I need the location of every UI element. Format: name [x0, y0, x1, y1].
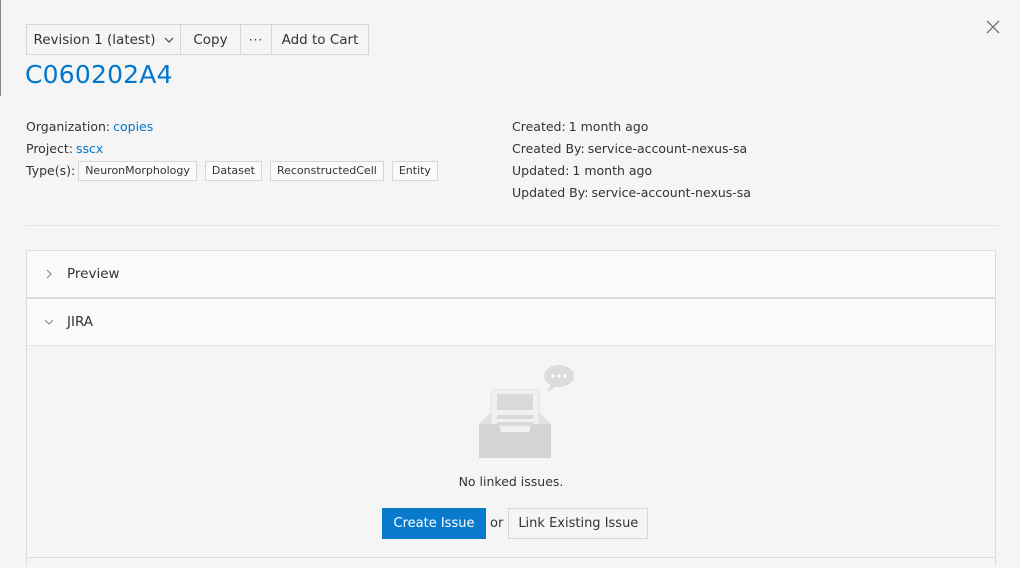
next-panel-edge	[26, 557, 996, 558]
updated-by-row: Updated By: service-account-nexus-sa	[512, 182, 751, 204]
jira-panel-header[interactable]: JIRA	[27, 299, 995, 345]
types-label: Type(s):	[26, 163, 76, 178]
organization-link[interactable]: copies	[113, 119, 153, 135]
empty-inbox-icon	[479, 365, 574, 458]
jira-panel-body: No linked issues. Create Issue or Link E…	[27, 345, 995, 568]
type-tag: NeuronMorphology	[78, 161, 197, 181]
more-options-button[interactable]: ···	[240, 24, 272, 55]
created-by-row: Created By: service-account-nexus-sa	[512, 138, 751, 160]
jira-panel: JIRA No linked issues. Create Issue or L…	[26, 298, 996, 568]
copy-button[interactable]: Copy	[180, 24, 241, 55]
chevron-right-icon	[46, 269, 52, 279]
preview-panel: Preview	[26, 250, 996, 298]
project-row: Project: sscx	[26, 138, 443, 160]
chevron-down-icon	[44, 319, 54, 325]
project-link[interactable]: sscx	[76, 141, 103, 157]
resource-metadata-right: Created: 1 month ago Created By: service…	[512, 116, 751, 204]
types-row: Type(s): NeuronMorphology Dataset Recons…	[26, 160, 443, 182]
add-to-cart-label: Add to Cart	[281, 31, 359, 48]
create-issue-button[interactable]: Create Issue	[382, 508, 486, 539]
preview-panel-title: Preview	[67, 266, 120, 282]
organization-label: Organization:	[26, 119, 111, 134]
type-tag: Dataset	[204, 161, 262, 181]
created-by-label: Created By:	[512, 141, 585, 156]
organization-row: Organization: copies	[26, 116, 443, 138]
project-label: Project:	[26, 141, 73, 156]
resource-title: C060202A4	[25, 60, 173, 89]
created-row: Created: 1 month ago	[512, 116, 751, 138]
ellipsis-icon: ···	[248, 32, 264, 47]
type-tag: ReconstructedCell	[269, 161, 384, 181]
created-label: Created:	[512, 119, 566, 134]
close-icon[interactable]	[984, 18, 1002, 36]
section-divider	[26, 225, 998, 226]
revision-dropdown[interactable]: Revision 1 (latest)	[26, 24, 181, 55]
preview-panel-header[interactable]: Preview	[27, 251, 995, 297]
link-existing-issue-button[interactable]: Link Existing Issue	[508, 508, 649, 539]
jira-actions: Create Issue or Link Existing Issue	[382, 508, 649, 539]
type-tag: Entity	[391, 161, 438, 181]
updated-label: Updated:	[512, 163, 570, 178]
resource-toolbar: Revision 1 (latest) Copy ··· Add to Cart	[26, 24, 369, 55]
updated-row: Updated: 1 month ago	[512, 160, 751, 182]
add-to-cart-button[interactable]: Add to Cart	[271, 24, 369, 55]
or-separator: or	[490, 516, 504, 531]
updated-by-label: Updated By:	[512, 185, 589, 200]
updated-by-value: service-account-nexus-sa	[591, 185, 751, 200]
window-edge	[0, 0, 1, 96]
jira-panel-title: JIRA	[67, 314, 94, 330]
updated-value: 1 month ago	[572, 163, 653, 178]
resource-metadata-left: Organization: copies Project: sscx Type(…	[26, 116, 443, 182]
created-value: 1 month ago	[568, 119, 649, 134]
chevron-down-icon	[164, 37, 173, 43]
copy-label: Copy	[193, 31, 228, 48]
revision-label: Revision 1 (latest)	[33, 31, 156, 48]
created-by-value: service-account-nexus-sa	[587, 141, 748, 156]
empty-message: No linked issues.	[458, 474, 564, 489]
